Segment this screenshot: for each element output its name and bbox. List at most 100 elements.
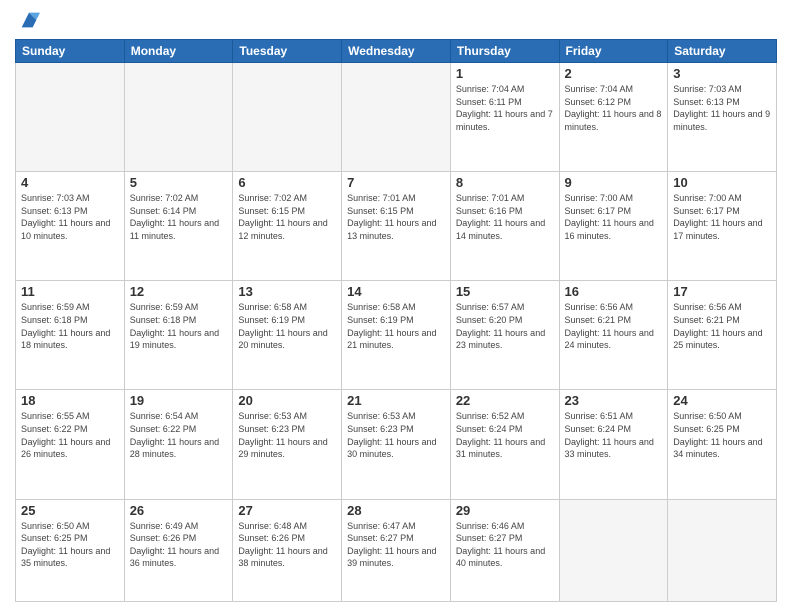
calendar-cell: 3 Sunrise: 7:03 AM Sunset: 6:13 PM Daylig…	[668, 63, 777, 172]
calendar-cell: 10 Sunrise: 7:00 AM Sunset: 6:17 PM Dayli…	[668, 172, 777, 281]
day-number: 9	[565, 175, 663, 190]
calendar-cell: 21 Sunrise: 6:53 AM Sunset: 6:23 PM Dayli…	[342, 390, 451, 499]
day-info: Sunrise: 6:53 AM Sunset: 6:23 PM Dayligh…	[347, 410, 445, 460]
day-number: 8	[456, 175, 554, 190]
day-number: 27	[238, 503, 336, 518]
day-number: 11	[21, 284, 119, 299]
day-info: Sunrise: 7:03 AM Sunset: 6:13 PM Dayligh…	[21, 192, 119, 242]
day-number: 15	[456, 284, 554, 299]
calendar-cell: 15 Sunrise: 6:57 AM Sunset: 6:20 PM Dayli…	[450, 281, 559, 390]
day-info: Sunrise: 6:47 AM Sunset: 6:27 PM Dayligh…	[347, 520, 445, 570]
calendar-cell: 19Sunrise: 6:54 AM Sunset: 6:22 PM Dayli…	[124, 390, 233, 499]
logo-icon	[18, 9, 40, 31]
day-number: 23	[565, 393, 663, 408]
day-number: 29	[456, 503, 554, 518]
calendar-table: SundayMondayTuesdayWednesdayThursdayFrid…	[15, 39, 777, 602]
calendar-cell: 29 Sunrise: 6:46 AM Sunset: 6:27 PM Dayli…	[450, 499, 559, 601]
day-number: 13	[238, 284, 336, 299]
day-number: 24	[673, 393, 771, 408]
day-number: 21	[347, 393, 445, 408]
calendar-week-row: 18 Sunrise: 6:55 AM Sunset: 6:22 PM Dayli…	[16, 390, 777, 499]
calendar-cell: 14 Sunrise: 6:58 AM Sunset: 6:19 PM Dayli…	[342, 281, 451, 390]
calendar-cell	[233, 63, 342, 172]
day-number: 3	[673, 66, 771, 81]
day-number: 14	[347, 284, 445, 299]
day-number: 1	[456, 66, 554, 81]
day-info: Sunrise: 6:53 AM Sunset: 6:23 PM Dayligh…	[238, 410, 336, 460]
day-number: 6	[238, 175, 336, 190]
calendar-cell: 8 Sunrise: 7:01 AM Sunset: 6:16 PM Daylig…	[450, 172, 559, 281]
day-info: Sunrise: 6:50 AM Sunset: 6:25 PM Dayligh…	[21, 520, 119, 570]
calendar-cell: 26Sunrise: 6:49 AM Sunset: 6:26 PM Dayli…	[124, 499, 233, 601]
day-info: Sunrise: 7:04 AM Sunset: 6:11 PM Dayligh…	[456, 83, 554, 133]
day-info: Sunrise: 6:52 AM Sunset: 6:24 PM Dayligh…	[456, 410, 554, 460]
calendar-cell: 2Sunrise: 7:04 AM Sunset: 6:12 PM Daylig…	[559, 63, 668, 172]
day-info: Sunrise: 7:00 AM Sunset: 6:17 PM Dayligh…	[565, 192, 663, 242]
calendar-cell: 12 Sunrise: 6:59 AM Sunset: 6:18 PM Dayli…	[124, 281, 233, 390]
day-number: 12	[130, 284, 228, 299]
day-info: Sunrise: 6:46 AM Sunset: 6:27 PM Dayligh…	[456, 520, 554, 570]
day-info: Sunrise: 7:03 AM Sunset: 6:13 PM Dayligh…	[673, 83, 771, 133]
calendar-cell: 22 Sunrise: 6:52 AM Sunset: 6:24 PM Dayli…	[450, 390, 559, 499]
day-number: 25	[21, 503, 119, 518]
day-info: Sunrise: 6:56 AM Sunset: 6:21 PM Dayligh…	[565, 301, 663, 351]
day-info: Sunrise: 7:00 AM Sunset: 6:17 PM Dayligh…	[673, 192, 771, 242]
calendar-cell: 11 Sunrise: 6:59 AM Sunset: 6:18 PM Dayli…	[16, 281, 125, 390]
calendar-header-sunday: Sunday	[16, 40, 125, 63]
day-info: Sunrise: 6:59 AM Sunset: 6:18 PM Dayligh…	[130, 301, 228, 351]
calendar-header-friday: Friday	[559, 40, 668, 63]
day-number: 4	[21, 175, 119, 190]
day-number: 10	[673, 175, 771, 190]
day-number: 28	[347, 503, 445, 518]
day-info: Sunrise: 7:01 AM Sunset: 6:15 PM Dayligh…	[347, 192, 445, 242]
day-info: Sunrise: 6:54 AM Sunset: 6:22 PM Dayligh…	[130, 410, 228, 460]
calendar-week-row: 4 Sunrise: 7:03 AM Sunset: 6:13 PM Daylig…	[16, 172, 777, 281]
calendar-cell	[668, 499, 777, 601]
calendar-cell: 1 Sunrise: 7:04 AM Sunset: 6:11 PM Daylig…	[450, 63, 559, 172]
day-number: 20	[238, 393, 336, 408]
calendar-cell: 9 Sunrise: 7:00 AM Sunset: 6:17 PM Daylig…	[559, 172, 668, 281]
page: SundayMondayTuesdayWednesdayThursdayFrid…	[0, 0, 792, 612]
calendar-cell	[16, 63, 125, 172]
calendar-week-row: 11 Sunrise: 6:59 AM Sunset: 6:18 PM Dayli…	[16, 281, 777, 390]
header	[15, 10, 777, 31]
calendar-cell: 28 Sunrise: 6:47 AM Sunset: 6:27 PM Dayli…	[342, 499, 451, 601]
calendar-week-row: 25 Sunrise: 6:50 AM Sunset: 6:25 PM Dayli…	[16, 499, 777, 601]
day-info: Sunrise: 6:58 AM Sunset: 6:19 PM Dayligh…	[238, 301, 336, 351]
calendar-cell: 6Sunrise: 7:02 AM Sunset: 6:15 PM Daylig…	[233, 172, 342, 281]
calendar-cell: 23 Sunrise: 6:51 AM Sunset: 6:24 PM Dayli…	[559, 390, 668, 499]
day-number: 18	[21, 393, 119, 408]
calendar-header-row: SundayMondayTuesdayWednesdayThursdayFrid…	[16, 40, 777, 63]
calendar-cell	[124, 63, 233, 172]
calendar-header-tuesday: Tuesday	[233, 40, 342, 63]
day-number: 22	[456, 393, 554, 408]
day-info: Sunrise: 6:59 AM Sunset: 6:18 PM Dayligh…	[21, 301, 119, 351]
day-info: Sunrise: 7:01 AM Sunset: 6:16 PM Dayligh…	[456, 192, 554, 242]
day-info: Sunrise: 7:02 AM Sunset: 6:14 PM Dayligh…	[130, 192, 228, 242]
day-info: Sunrise: 6:58 AM Sunset: 6:19 PM Dayligh…	[347, 301, 445, 351]
calendar-cell: 24Sunrise: 6:50 AM Sunset: 6:25 PM Dayli…	[668, 390, 777, 499]
calendar-header-wednesday: Wednesday	[342, 40, 451, 63]
day-number: 16	[565, 284, 663, 299]
calendar-cell: 20 Sunrise: 6:53 AM Sunset: 6:23 PM Dayli…	[233, 390, 342, 499]
day-info: Sunrise: 6:56 AM Sunset: 6:21 PM Dayligh…	[673, 301, 771, 351]
calendar-header-saturday: Saturday	[668, 40, 777, 63]
calendar-cell: 4 Sunrise: 7:03 AM Sunset: 6:13 PM Daylig…	[16, 172, 125, 281]
day-info: Sunrise: 6:51 AM Sunset: 6:24 PM Dayligh…	[565, 410, 663, 460]
calendar-cell: 18 Sunrise: 6:55 AM Sunset: 6:22 PM Dayli…	[16, 390, 125, 499]
calendar-cell: 7Sunrise: 7:01 AM Sunset: 6:15 PM Daylig…	[342, 172, 451, 281]
calendar-header-thursday: Thursday	[450, 40, 559, 63]
calendar-cell: 17 Sunrise: 6:56 AM Sunset: 6:21 PM Dayli…	[668, 281, 777, 390]
logo	[15, 14, 40, 31]
calendar-cell: 16 Sunrise: 6:56 AM Sunset: 6:21 PM Dayli…	[559, 281, 668, 390]
day-info: Sunrise: 6:49 AM Sunset: 6:26 PM Dayligh…	[130, 520, 228, 570]
day-info: Sunrise: 6:55 AM Sunset: 6:22 PM Dayligh…	[21, 410, 119, 460]
day-number: 17	[673, 284, 771, 299]
day-info: Sunrise: 7:04 AM Sunset: 6:12 PM Dayligh…	[565, 83, 663, 133]
day-info: Sunrise: 6:57 AM Sunset: 6:20 PM Dayligh…	[456, 301, 554, 351]
calendar-cell: 27Sunrise: 6:48 AM Sunset: 6:26 PM Dayli…	[233, 499, 342, 601]
calendar-header-monday: Monday	[124, 40, 233, 63]
calendar-cell	[342, 63, 451, 172]
calendar-cell: 13 Sunrise: 6:58 AM Sunset: 6:19 PM Dayli…	[233, 281, 342, 390]
calendar-cell: 5Sunrise: 7:02 AM Sunset: 6:14 PM Daylig…	[124, 172, 233, 281]
